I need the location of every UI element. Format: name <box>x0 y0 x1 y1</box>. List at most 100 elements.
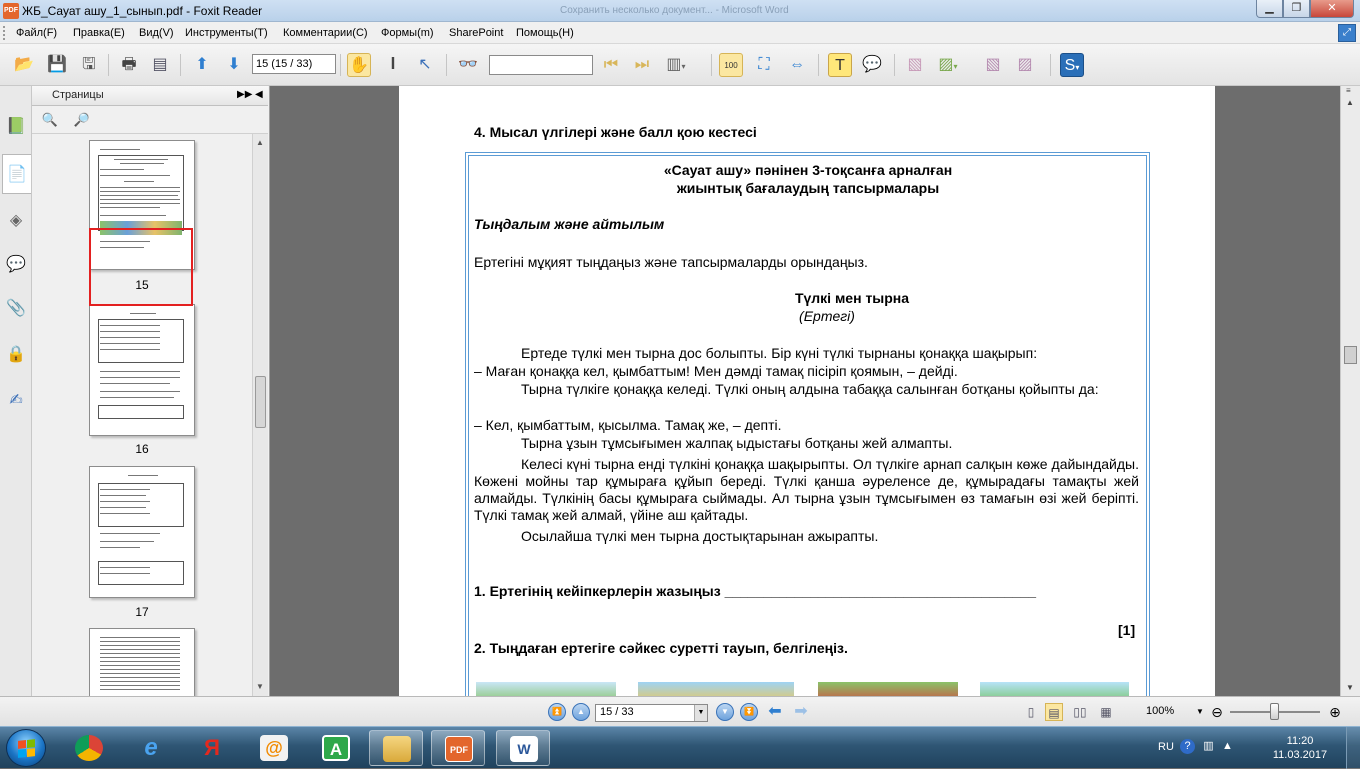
zoom-slider-knob[interactable] <box>1270 703 1279 720</box>
taskbar-word[interactable]: W <box>496 730 550 766</box>
zoom-dropdown-icon[interactable]: ▼ <box>1191 703 1209 721</box>
combine-pdf-icon[interactable]: ▨ <box>1013 53 1037 77</box>
save-as-icon[interactable]: 🖫 <box>77 53 101 77</box>
scroll-down-icon[interactable]: ▼ <box>256 682 264 691</box>
select-text-icon[interactable]: 𝐈 <box>381 53 405 77</box>
zoom-value[interactable]: 100% <box>1146 705 1174 717</box>
taskbar-foxit-reader[interactable]: PDF <box>431 730 485 766</box>
menu-tools[interactable]: Инструменты(T) <box>185 27 268 39</box>
taskbar-internet-explorer[interactable]: e <box>124 730 178 766</box>
single-page-icon[interactable]: ▯ <box>1022 703 1040 721</box>
show-desktop-button[interactable] <box>1346 727 1360 769</box>
menu-forms[interactable]: Формы(m) <box>381 27 434 39</box>
find-input[interactable] <box>489 55 593 75</box>
hand-tool-icon[interactable]: ✋ <box>347 53 371 77</box>
page-thumbnail-17[interactable] <box>89 466 195 598</box>
restore-button[interactable]: ❐ <box>1283 0 1310 18</box>
attachments-icon[interactable]: 📎 <box>5 298 27 320</box>
menu-view[interactable]: Вид(V) <box>139 27 174 39</box>
page-selector[interactable]: 15 / 33 ▼ <box>595 704 708 722</box>
split-handle-icon[interactable]: ≡ <box>1346 86 1351 95</box>
layers-icon[interactable]: ◈ <box>5 210 27 232</box>
continuous-facing-icon[interactable]: ▦ <box>1097 703 1115 721</box>
page-selector-dropdown-icon[interactable]: ▼ <box>694 705 707 721</box>
security-icon[interactable]: 🔒 <box>5 344 27 366</box>
bookmarks-icon[interactable]: 📗 <box>5 116 27 138</box>
zoom-in-icon[interactable]: ⊕ <box>1326 703 1344 721</box>
find-next-icon[interactable]: ⏭ <box>630 53 654 77</box>
facing-icon[interactable]: ▯▯ <box>1071 703 1089 721</box>
menu-help[interactable]: Помощь(H) <box>516 27 574 39</box>
previous-page-status-icon[interactable]: ▲ <box>572 703 590 721</box>
thumbnail-scroll-thumb[interactable] <box>255 376 266 428</box>
fit-width-icon[interactable]: ⇔ <box>785 53 809 77</box>
next-page-icon[interactable]: ⬇ <box>222 53 246 77</box>
previous-page-icon[interactable]: ⬆ <box>190 53 214 77</box>
page-setup-icon[interactable]: ▥▾ <box>664 53 688 77</box>
fullscreen-icon[interactable]: ⤢ <box>1338 24 1356 42</box>
page-thumbnail-16[interactable] <box>89 304 195 436</box>
word-icon: W <box>510 736 538 762</box>
taskbar-a-app[interactable]: A <box>309 730 363 766</box>
scroll-down-icon[interactable]: ▼ <box>1346 683 1354 692</box>
sharepoint-icon[interactable]: S▾ <box>1060 53 1084 77</box>
taskbar-mail-agent[interactable]: @ <box>247 730 301 766</box>
select-cursor-icon[interactable]: ↖ <box>413 53 437 77</box>
zoom-out-icon[interactable]: ⊖ <box>1208 703 1226 721</box>
page-number-input[interactable] <box>252 54 336 74</box>
document-view[interactable]: 4. Мысал үлгілері және балл қою кестесі … <box>270 86 1340 696</box>
note-icon[interactable]: 💬 <box>860 53 884 77</box>
close-button[interactable]: ✕ <box>1310 0 1354 18</box>
taskbar-chrome[interactable] <box>62 730 116 766</box>
collapse-pane-icon[interactable]: ◀ <box>255 89 263 100</box>
print-icon[interactable]: 🖶 <box>117 53 141 77</box>
folder-icon <box>383 736 411 762</box>
typewriter-icon[interactable]: T <box>828 53 852 77</box>
thumbnail-scrollbar[interactable]: ▲ ▼ <box>252 134 268 696</box>
previous-view-icon[interactable]: ⬅ <box>766 703 784 721</box>
last-page-icon[interactable]: ⏬ <box>740 703 758 721</box>
taskbar-yandex[interactable]: Я <box>185 730 239 766</box>
fit-page-icon[interactable]: ⛶ <box>752 53 776 77</box>
first-page-icon[interactable]: ⏫ <box>548 703 566 721</box>
next-view-icon[interactable]: ➡ <box>792 703 810 721</box>
show-hidden-icons-icon[interactable]: ▲ <box>1220 739 1235 754</box>
open-icon[interactable]: 📂 <box>12 53 36 77</box>
scroll-up-icon[interactable]: ▲ <box>1346 98 1354 107</box>
document-scroll-thumb[interactable] <box>1344 346 1357 364</box>
enlarge-thumbnails-icon[interactable]: 🔍 <box>40 110 60 130</box>
create-pdf-icon[interactable]: ▧ <box>903 53 927 77</box>
pages-panel-icon[interactable]: 📄 <box>2 154 31 194</box>
reduce-thumbnails-icon[interactable]: 🔎 <box>72 110 92 130</box>
foxit-app-icon[interactable]: PDF <box>3 3 19 19</box>
menu-comments[interactable]: Комментарии(C) <box>283 27 368 39</box>
thumbnail-list[interactable]: 15 16 17 <box>32 134 252 696</box>
network-icon[interactable]: ▥ <box>1201 739 1216 754</box>
next-page-status-icon[interactable]: ▼ <box>716 703 734 721</box>
page-thumbnail-18[interactable] <box>89 628 195 696</box>
convert-pdf-icon[interactable]: ▨▾ <box>936 53 960 77</box>
signatures-icon[interactable]: ✍ <box>5 390 27 412</box>
scroll-up-icon[interactable]: ▲ <box>256 138 264 147</box>
menu-file[interactable]: Файл(F) <box>16 27 57 39</box>
language-indicator[interactable]: RU <box>1158 741 1174 753</box>
find-previous-icon[interactable]: ⏮ <box>599 53 623 77</box>
minimize-button[interactable]: ▁ <box>1256 0 1283 18</box>
actual-size-icon[interactable]: 100 <box>719 53 743 77</box>
taskbar-explorer[interactable] <box>369 730 423 766</box>
start-button[interactable] <box>6 729 46 767</box>
help-icon[interactable]: ? <box>1180 739 1195 754</box>
menu-sharepoint[interactable]: SharePoint <box>449 27 503 39</box>
export-pdf-icon[interactable]: ▧ <box>981 53 1005 77</box>
current-view-rectangle[interactable] <box>89 228 193 306</box>
properties-icon[interactable]: ▤ <box>148 53 172 77</box>
expand-pane-icon[interactable]: ▶▶ <box>237 89 252 100</box>
comments-panel-icon[interactable]: 💬 <box>5 254 27 276</box>
task-2: 2. Тыңдаған ертегіге сәйкес суретті тауы… <box>474 640 848 656</box>
system-clock[interactable]: 11:20 11.03.2017 <box>1272 734 1328 762</box>
save-icon[interactable]: 💾 <box>45 53 69 77</box>
menu-edit[interactable]: Правка(E) <box>73 27 125 39</box>
find-icon[interactable]: 👓 <box>456 53 480 77</box>
document-scrollbar[interactable]: ≡ ▲ ▼ <box>1340 86 1360 696</box>
continuous-icon[interactable]: ▤ <box>1045 703 1063 721</box>
